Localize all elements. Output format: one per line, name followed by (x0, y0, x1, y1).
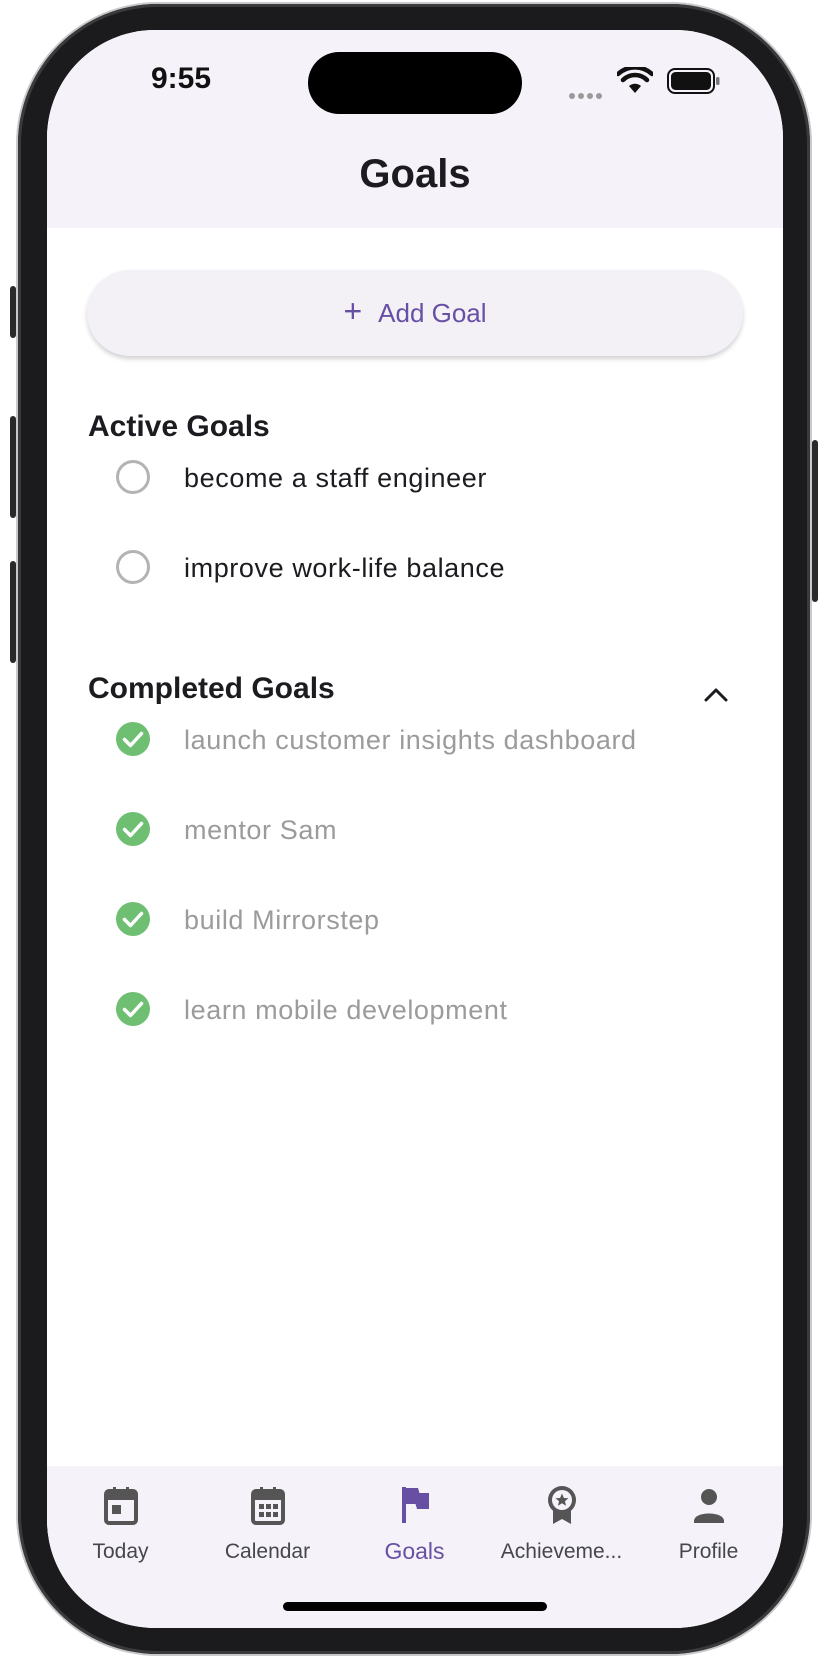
nav-item-goals[interactable]: Goals (341, 1484, 488, 1565)
nav-item-achievements[interactable]: Achieveme... (488, 1484, 635, 1564)
nav-label-achievements: Achieveme... (500, 1540, 623, 1563)
nav-label-profile: Profile (678, 1540, 739, 1563)
active-goal-item[interactable]: become a staff engineer (47, 443, 783, 513)
completed-goal-item[interactable]: learn mobile development (47, 975, 783, 1045)
unchecked-circle-icon[interactable] (115, 549, 151, 585)
flag-icon (401, 1487, 429, 1523)
active-goals-heading: Active Goals (88, 410, 270, 443)
add-goal-button[interactable]: + Add Goal (87, 270, 743, 356)
nav-item-calendar[interactable]: Calendar (194, 1484, 341, 1564)
dynamic-island (308, 52, 522, 114)
completed-goals-heading[interactable]: Completed Goals (88, 672, 335, 706)
power-button (812, 440, 818, 602)
completed-goal-item[interactable]: launch customer insights dashboard (47, 705, 783, 775)
home-indicator[interactable] (283, 1602, 547, 1611)
app-header: 9:55 Goals (47, 30, 783, 228)
bottom-navigation-bar: Today Calendar Goals Achieveme... Profil… (47, 1466, 783, 1628)
nav-item-today[interactable]: Today (47, 1484, 194, 1564)
nav-label-calendar: Calendar (224, 1540, 311, 1563)
goal-label: launch customer insights dashboard (184, 725, 637, 755)
goal-label: build Mirrorstep (184, 905, 380, 935)
action-button (10, 286, 16, 338)
goal-label: learn mobile development (184, 995, 508, 1025)
cellular-signal-icon (569, 86, 605, 104)
add-goal-label: Add Goal (378, 297, 487, 328)
nav-label-today: Today (92, 1540, 149, 1563)
nav-item-profile[interactable]: Profile (635, 1484, 782, 1564)
check-circle-icon[interactable] (115, 721, 151, 757)
unchecked-circle-icon[interactable] (115, 459, 151, 495)
check-circle-icon[interactable] (115, 991, 151, 1027)
today-calendar-icon (103, 1487, 138, 1525)
battery-icon (667, 68, 720, 94)
page-title: Goals (359, 152, 471, 196)
volume-up-button (10, 416, 16, 518)
completed-goal-item[interactable]: build Mirrorstep (47, 885, 783, 955)
wifi-icon (617, 67, 653, 93)
person-icon (693, 1489, 724, 1523)
nav-label-goals: Goals (384, 1538, 445, 1564)
completed-goal-item[interactable]: mentor Sam (47, 795, 783, 865)
active-goal-item[interactable]: improve work-life balance (47, 533, 783, 603)
check-circle-icon[interactable] (115, 811, 151, 847)
goal-label: mentor Sam (184, 815, 338, 845)
chevron-up-icon[interactable] (702, 686, 730, 704)
volume-down-button (10, 561, 16, 663)
goal-label: improve work-life balance (184, 553, 506, 583)
plus-icon: + (343, 293, 363, 329)
status-time: 9:55 (151, 62, 212, 95)
award-badge-icon (547, 1486, 576, 1524)
app-screen: 9:55 Goals + Add Goal Active Goals becom… (47, 30, 783, 1628)
goal-label: become a staff engineer (184, 463, 487, 493)
calendar-month-icon (250, 1487, 285, 1525)
check-circle-icon[interactable] (115, 901, 151, 937)
